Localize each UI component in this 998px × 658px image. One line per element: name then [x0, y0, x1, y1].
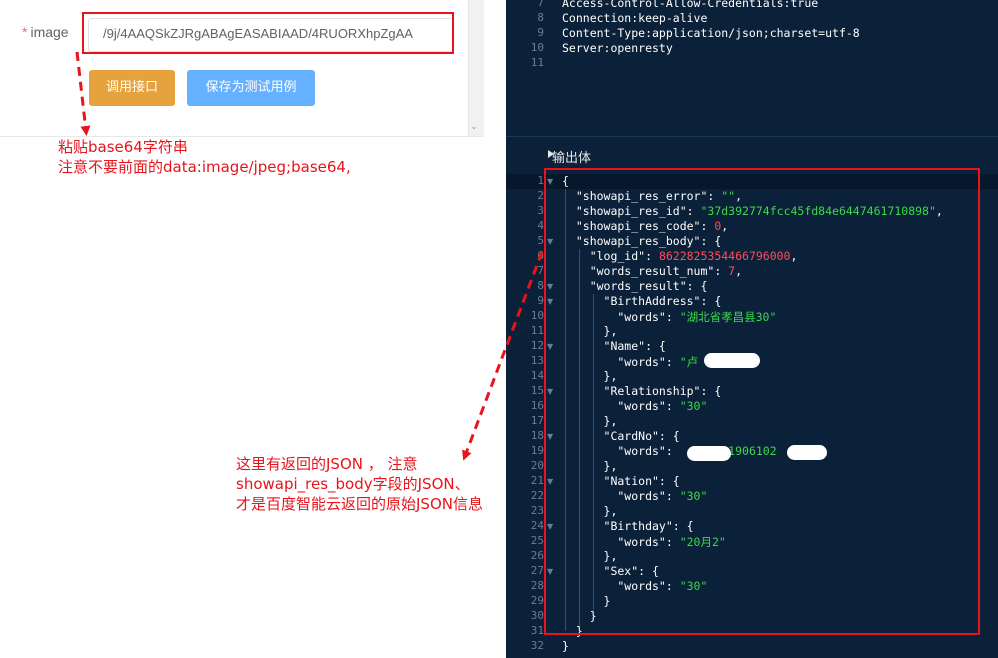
call-api-button[interactable]: 调用接口 [89, 70, 175, 106]
scroll-down-icon[interactable]: ⌄ [470, 122, 478, 132]
line-number: 17 [530, 414, 544, 427]
annotation-line: 粘贴base64字符串 [58, 138, 188, 156]
annotation-line: 注意不要前面的data:image/jpeg;base64, [58, 158, 351, 176]
line-number: 10 [530, 41, 544, 54]
request-form-panel: *image 调用接口 保存为测试用例 ⌄ 粘贴base64字符串 注意不要前面… [0, 0, 484, 658]
header-line: Access-Control-Allow-Credentials:true [562, 0, 819, 10]
line-number: 11 [530, 56, 544, 69]
save-test-case-button[interactable]: 保存为测试用例 [187, 70, 315, 106]
line-number: 30 [530, 609, 544, 622]
line-number: 22 [530, 489, 544, 502]
line-number: 20 [530, 459, 544, 472]
line-number: 8 [537, 279, 544, 292]
line-number: 4 [537, 219, 544, 232]
line-number: 9 [537, 294, 544, 307]
input-highlight-frame [82, 12, 454, 54]
line-number: 31 [530, 624, 544, 637]
line-number: 7 [537, 264, 544, 277]
line-number: 32 [530, 639, 544, 652]
line-number: 18 [530, 429, 544, 442]
line-number: 16 [530, 399, 544, 412]
line-number: 27 [530, 564, 544, 577]
annotation-json-note: 这里有返回的JSON ， 注意 showapi_res_body字段的JSON、… [236, 454, 483, 514]
line-number: 28 [530, 579, 544, 592]
line-number: 13 [530, 354, 544, 367]
header-line: Content-Type:application/json;charset=ut… [562, 26, 860, 40]
line-number: 15 [530, 384, 544, 397]
line-number: 1 [537, 174, 544, 187]
line-number: 12 [530, 339, 544, 352]
image-field-label: * image [22, 24, 69, 40]
line-number: 19 [530, 444, 544, 457]
json-line: } [562, 639, 569, 653]
expand-caret-icon[interactable] [548, 150, 554, 158]
annotation-line: 这里有返回的JSON ， 注意 [236, 455, 418, 473]
annotation-line: 才是百度智能云返回的原始JSON信息 [236, 495, 483, 513]
line-number: 8 [537, 11, 544, 24]
annotation-line: showapi_res_body字段的JSON、 [236, 475, 470, 493]
required-mark: * [22, 24, 28, 40]
line-number: 7 [537, 0, 544, 9]
line-number: 26 [530, 549, 544, 562]
line-number: 10 [530, 309, 544, 322]
line-number: 9 [537, 26, 544, 39]
output-highlight-frame [544, 168, 980, 635]
line-number: 11 [530, 324, 544, 337]
header-line: Connection:keep-alive [562, 11, 708, 25]
image-label-text: image [30, 24, 69, 40]
line-number: 21 [530, 474, 544, 487]
annotation-paste-base64: 粘贴base64字符串 注意不要前面的data:image/jpeg;base6… [58, 137, 351, 177]
line-number: 24 [530, 519, 544, 532]
line-number: 6 [537, 249, 544, 262]
line-number: 3 [537, 204, 544, 217]
line-number: 25 [530, 534, 544, 547]
form-scrollbar[interactable] [468, 0, 484, 136]
output-body-title[interactable]: 输出体 [552, 147, 591, 166]
header-line: Server:openresty [562, 41, 673, 55]
line-number: 23 [530, 504, 544, 517]
line-number: 5 [537, 234, 544, 247]
line-number: 2 [537, 189, 544, 202]
line-number: 29 [530, 594, 544, 607]
line-number: 14 [530, 369, 544, 382]
